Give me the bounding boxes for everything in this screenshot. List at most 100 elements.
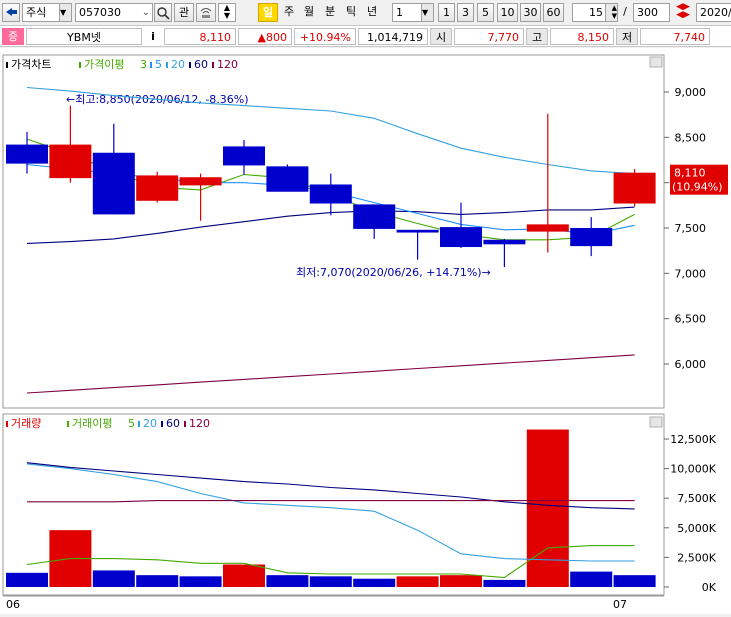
volume-axis-label: 12,500K [670,433,716,446]
price-change: ▲800 [238,28,292,45]
count-separator: / [623,5,627,18]
quote-bar: 증 YBM넷 i 8,110 ▲800 +10.94% 1,014,719 시 … [0,26,731,47]
range-button-30[interactable]: 30 [520,3,541,22]
volume-bar [353,578,396,587]
candle-body [483,239,526,245]
x-label-07: 07 [613,598,627,611]
candle-body [6,144,48,164]
panel-maximize-icon[interactable] [649,416,663,428]
period-tab-month[interactable]: 월 [299,3,319,22]
volume-axis-label: 7,500K [677,492,716,505]
candle-body [526,224,569,232]
current-price: 8,110 [164,28,236,45]
volume-value: 1,014,719 [358,28,428,45]
volume-legend-ma-title: 거래이평 [72,417,112,430]
interval-select[interactable]: 1 ▼ [392,3,434,22]
candle-body [136,175,179,201]
hamburger-icon[interactable] [2,3,20,22]
period-tab-tick[interactable]: 틱 [341,3,361,22]
open-label: 시 [430,28,452,45]
candle-body [179,177,222,186]
price-axis-label: 9,000 [675,86,707,99]
range-button-10[interactable]: 10 [497,3,518,22]
stock-badge: 증 [2,28,24,45]
legend-vma60: 60 [166,417,180,430]
code-input-value: 057030 [79,6,121,19]
sort-arrows-icon[interactable]: ◀▶ ◀▶ [673,3,693,22]
legend-swatch [79,62,81,68]
date-input[interactable]: 2020/ [696,3,731,22]
volume-bar [92,570,135,587]
panel-maximize-icon[interactable] [649,56,663,68]
search-icon[interactable] [154,3,172,22]
interval-select-value: 1 [396,6,403,19]
legend-vma20: 20 [143,417,157,430]
toolbar: 주식 ▼ 057030 ⌄ 관 ▲ ▼ 일 주 월 분 틱 년 1 ▼ 1 3 5… [0,0,731,26]
period-tab-year[interactable]: 년 [362,3,382,22]
volume-bar [396,576,439,587]
chart-area[interactable]: 가격차트 가격이평 3 5 20 60 120 거래량 거래이평 5 20 60… [0,48,731,614]
low-price: 7,740 [640,28,710,45]
market-select[interactable]: 주식 ▼ [22,3,72,22]
volume-bar [223,564,265,587]
price-axis-label: 8,500 [675,131,707,144]
price-legend-title: 가격차트 [11,58,51,71]
volume-bar [570,571,613,587]
high-label: 고 [526,28,548,45]
chart-svg[interactable]: 가격차트 가격이평 3 5 20 60 120 거래량 거래이평 5 20 60… [0,48,731,614]
chevron-down-icon: ⌄ [141,7,150,18]
count-stepper[interactable]: ▲ ▼ [605,4,617,21]
range-button-5[interactable]: 5 [477,3,494,22]
price-axis-label: 6,500 [675,313,707,326]
candle-body [266,166,309,192]
x-label-06: 06 [6,598,20,611]
high-price: 8,150 [550,28,614,45]
candle-body [49,144,92,179]
arrow-down-icon[interactable]: ▼ [219,12,235,20]
count-input[interactable]: 15 ▲ ▼ [572,3,618,22]
candle-body [309,184,352,204]
legend-vma5: 5 [128,417,135,430]
range-button-1[interactable]: 1 [438,3,455,22]
volume-bar [136,575,179,587]
chevron-down-icon: ▼ [421,4,433,21]
volume-bar [440,575,482,587]
code-input[interactable]: 057030 ⌄ [75,3,153,22]
relation-button[interactable]: 관 [174,3,194,22]
count-input-value: 15 [589,6,603,19]
legend-ma60: 60 [194,58,208,71]
chevron-down-icon: ▼ [59,4,71,21]
period-tab-week[interactable]: 주 [279,3,299,22]
volume-axis-label: 10,000K [670,463,716,476]
candle-body [92,152,135,215]
period-tab-day[interactable]: 일 [258,3,278,22]
candle-body [440,227,482,248]
market-select-value: 주식 [26,6,47,19]
volume-bar [309,576,352,587]
volume-bar [179,576,222,587]
low-annotation: 최저:7,070(2020/06/26, +14.71%)→ [296,266,491,279]
legend-ma5: 5 [155,58,162,71]
price-axis-label: 6,000 [675,358,707,371]
price-legend: 가격차트 가격이평 3 5 20 60 120 [6,58,238,71]
volume-bar [6,572,48,587]
candle-body [223,146,265,166]
volume-bar [483,579,526,587]
volume-bar [266,575,309,587]
stepper[interactable]: ▲ ▼ [218,3,236,22]
range-button-60[interactable]: 60 [543,3,564,22]
candle-body [396,229,439,233]
info-button[interactable]: i [146,28,160,45]
legend-ma120: 120 [217,58,238,71]
volume-axis-label: 2,500K [677,551,716,564]
volume-bar [526,429,569,587]
candle-body [353,204,396,229]
range-button-3[interactable]: 3 [457,3,474,22]
candle-body [570,228,613,247]
last-price-label: 8,110 [674,167,706,180]
period-tab-minute[interactable]: 분 [320,3,340,22]
low-label: 저 [616,28,638,45]
signal-icon[interactable] [196,3,216,22]
stock-name[interactable]: YBM넷 [26,28,142,45]
legend-swatch [6,62,8,68]
